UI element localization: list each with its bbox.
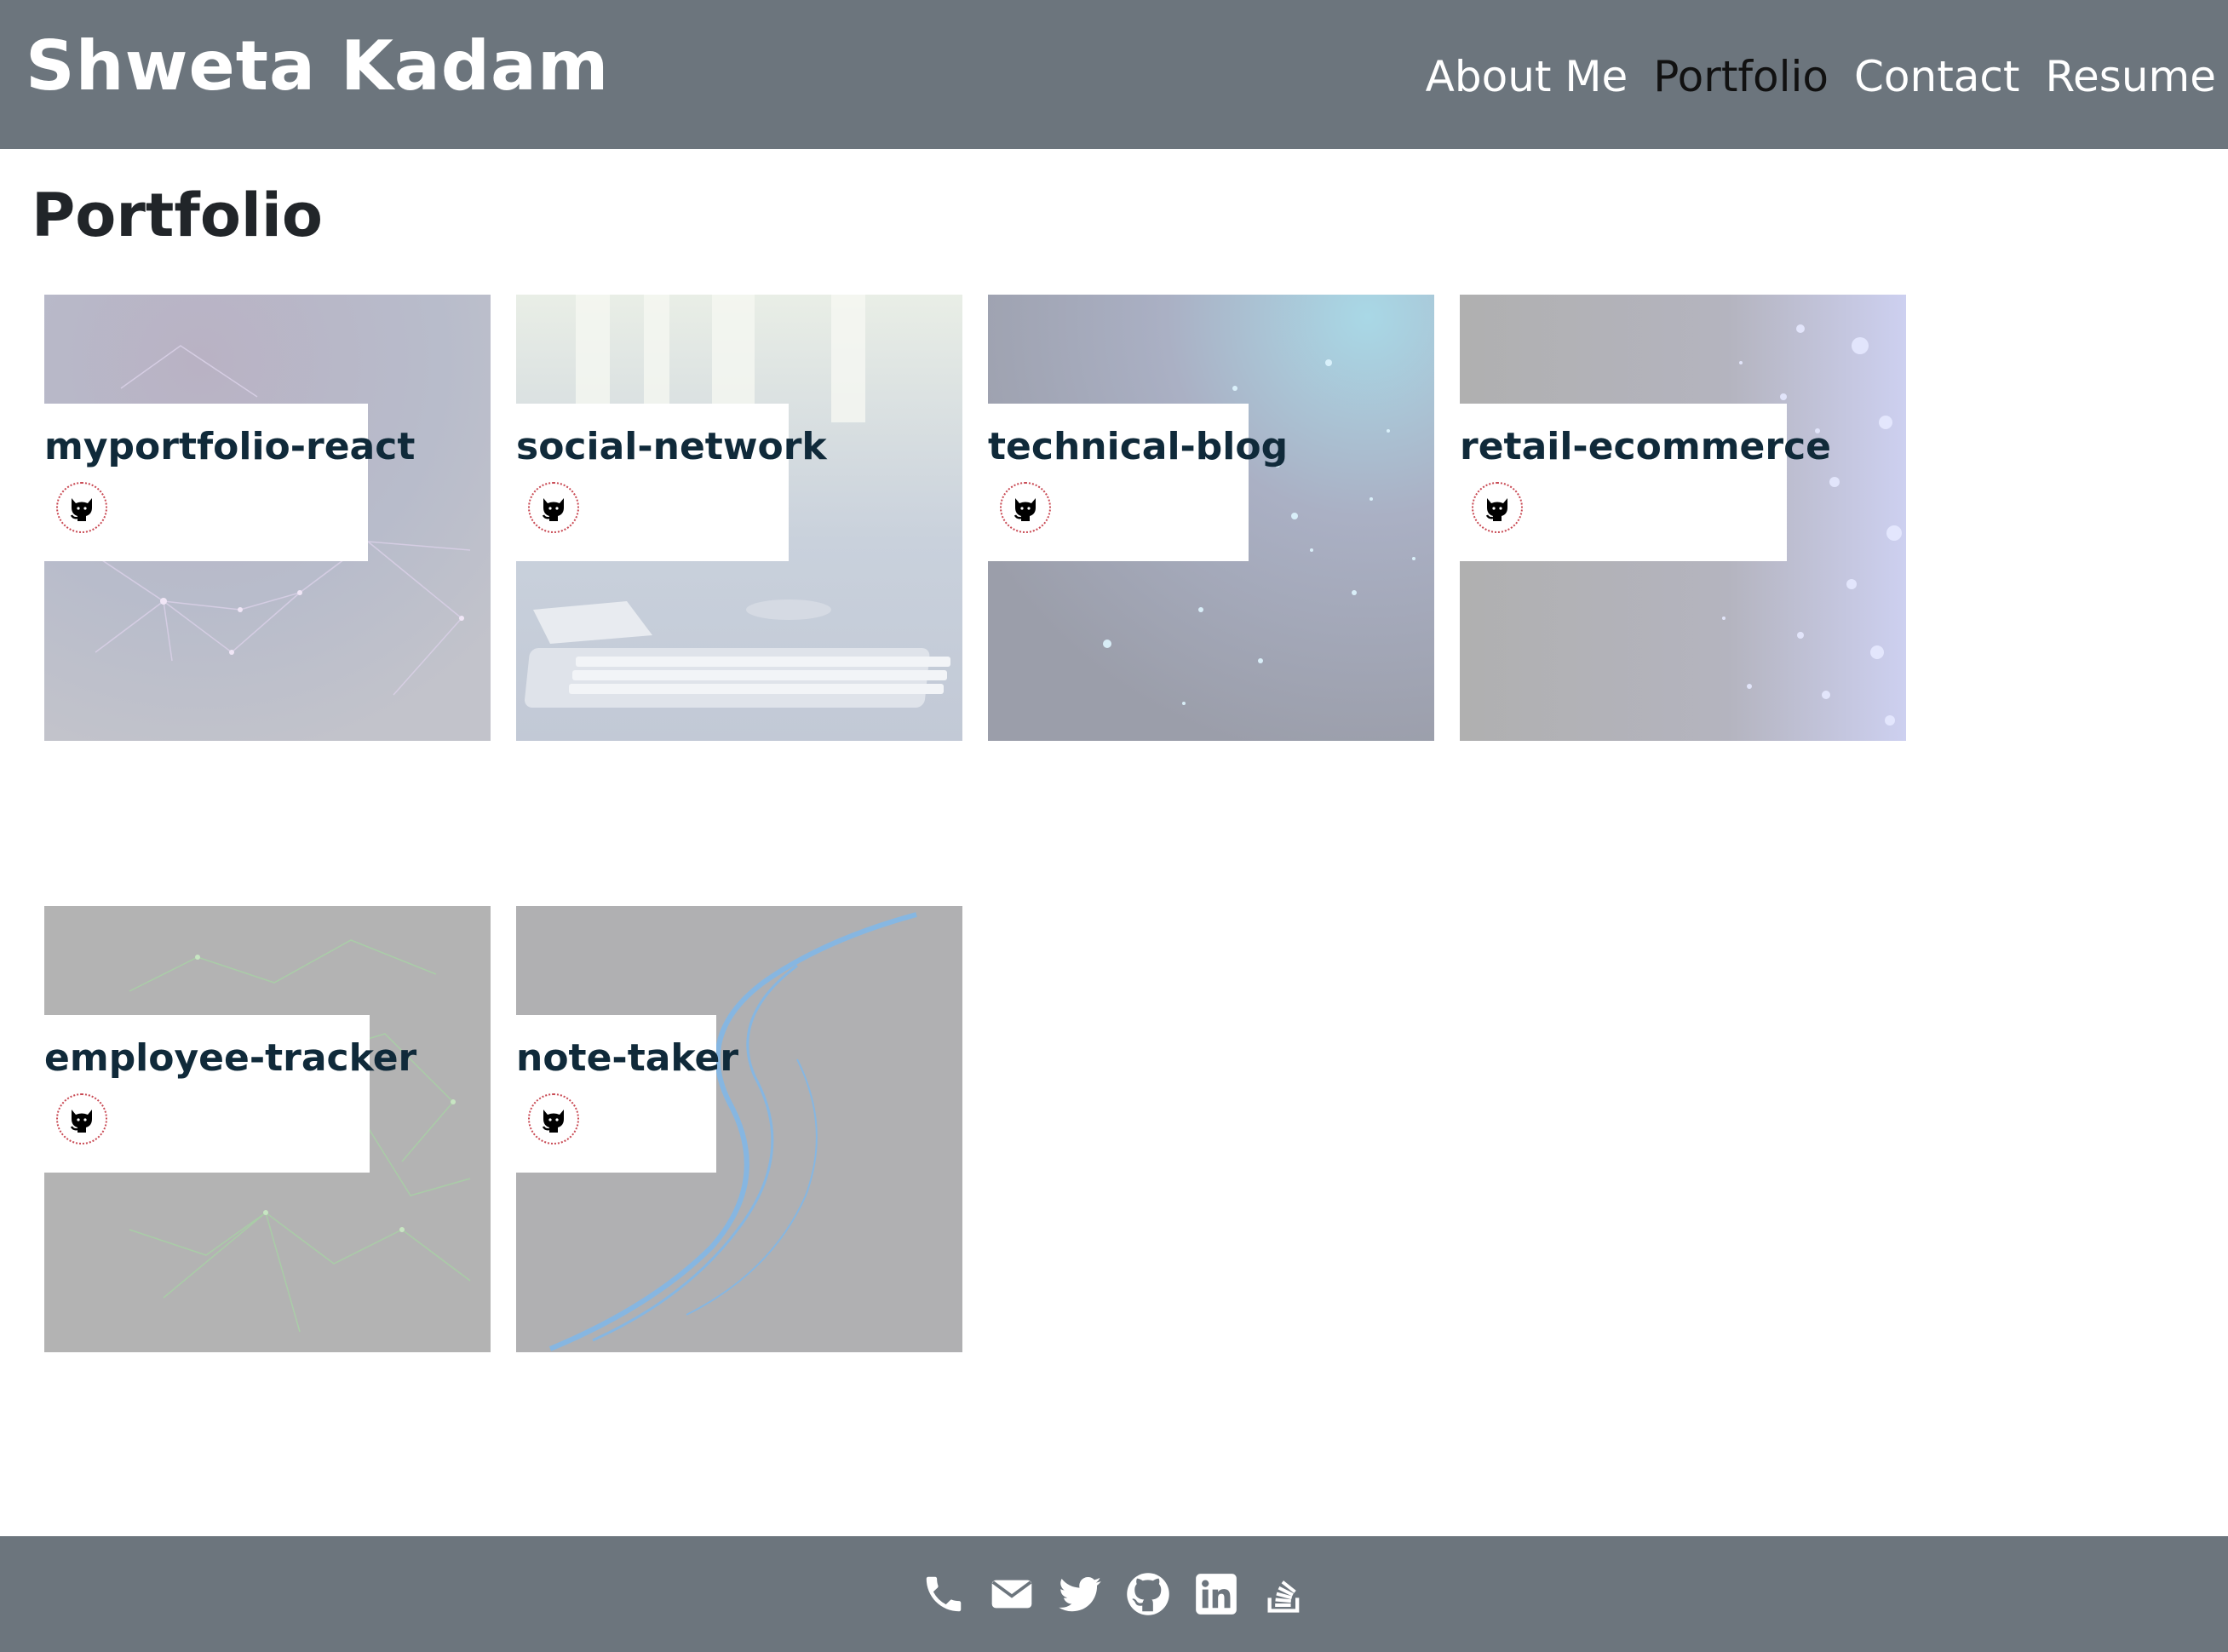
project-title[interactable]: myportfolio-react [44,421,415,473]
project-label-box: technical-blog [988,404,1288,561]
project-card-note-taker[interactable]: note-taker [516,906,962,1352]
project-card-myportfolio-react[interactable]: myportfolio-react [44,295,491,741]
project-card-retail-ecommerce[interactable]: retail-ecommerce [1460,295,1906,741]
nav-link-about[interactable]: About Me [1426,52,1628,101]
project-title[interactable]: social-network [516,421,827,473]
page-title: Portfolio [32,181,324,250]
github-icon[interactable] [56,1093,107,1144]
project-label-box: employee-tracker [44,1015,416,1173]
site-header: Shweta Kadam About Me Portfolio Contact … [0,0,2228,149]
project-label-box: retail-ecommerce [1460,404,1831,561]
nav-link-resume[interactable]: Resume [2046,52,2216,101]
nav-link-portfolio[interactable]: Portfolio [1653,52,1829,101]
github-icon[interactable] [528,1093,579,1144]
linkedin-icon[interactable] [1192,1570,1240,1618]
main-nav: About Me Portfolio Contact Resume [1426,43,2216,111]
project-card-technical-blog[interactable]: technical-blog [988,295,1434,741]
project-title[interactable]: note-taker [516,1032,738,1085]
github-icon[interactable] [1124,1570,1172,1618]
twitter-icon[interactable] [1056,1570,1104,1618]
project-title[interactable]: employee-tracker [44,1032,416,1085]
project-card-social-network[interactable]: social-network [516,295,962,741]
site-brand[interactable]: Shweta Kadam [26,24,609,109]
stackoverflow-icon[interactable] [1260,1570,1308,1618]
social-links [0,1536,2228,1652]
github-icon[interactable] [1000,482,1051,533]
phone-icon[interactable] [920,1570,968,1618]
nav-link-contact[interactable]: Contact [1854,52,2020,101]
project-label-box: note-taker [516,1015,738,1173]
project-title[interactable]: retail-ecommerce [1460,421,1831,473]
project-title[interactable]: technical-blog [988,421,1288,473]
github-icon[interactable] [528,482,579,533]
site-footer [0,1536,2228,1652]
project-label-box: myportfolio-react [44,404,415,561]
github-icon[interactable] [1472,482,1523,533]
github-icon[interactable] [56,482,107,533]
project-label-box: social-network [516,404,827,561]
project-card-employee-tracker[interactable]: employee-tracker [44,906,491,1352]
email-icon[interactable] [988,1570,1036,1618]
